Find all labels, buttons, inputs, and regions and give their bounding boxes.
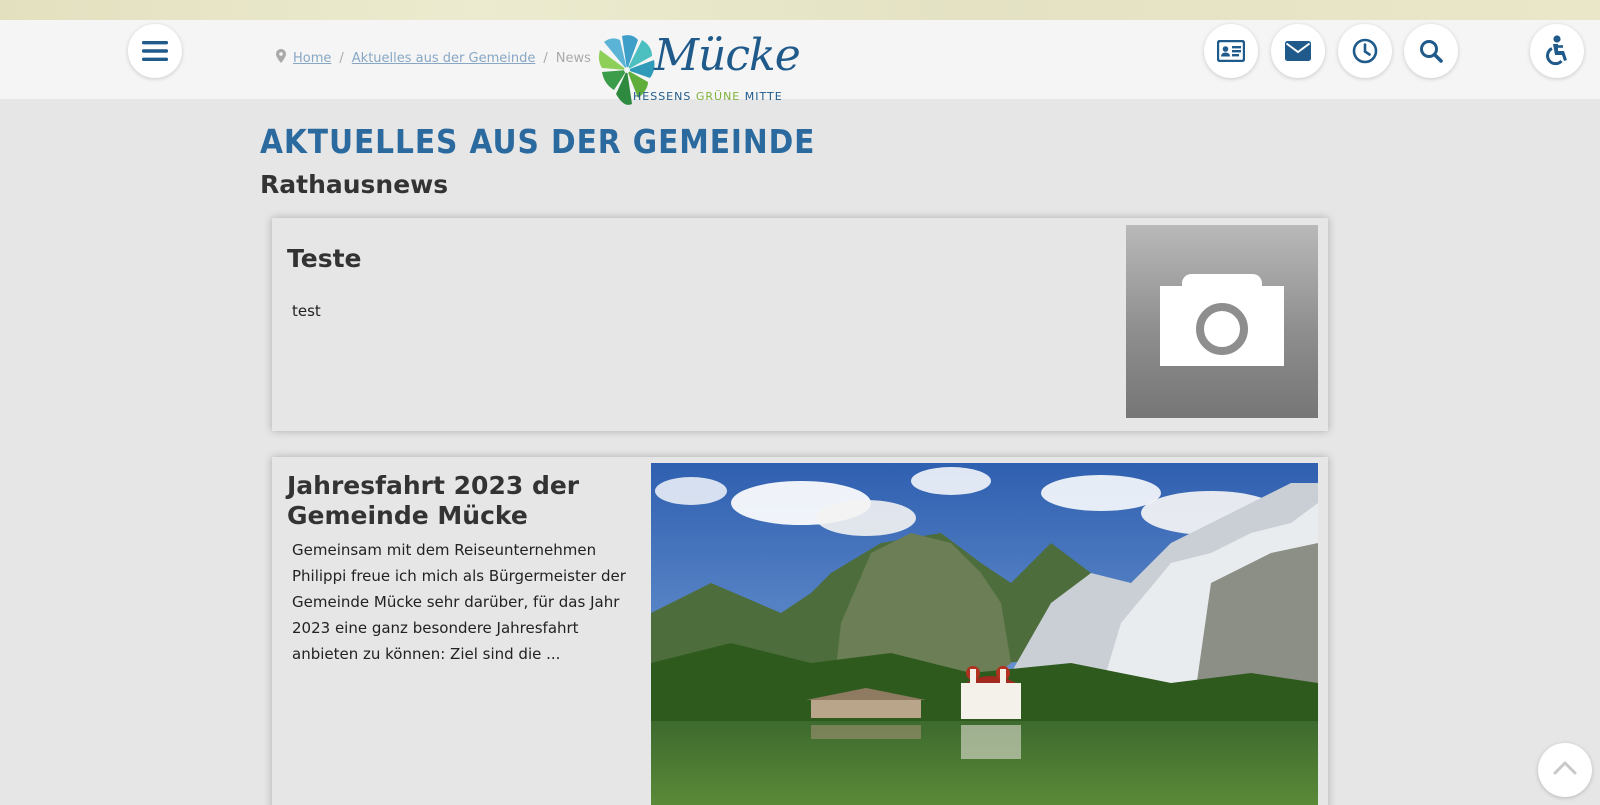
clock-icon [1352,38,1378,64]
search-icon [1419,39,1443,63]
logo-wordmark: Mücke [654,30,801,81]
news-card[interactable]: Jahresfahrt 2023 der Gemeinde Mücke Geme… [272,457,1328,805]
menu-button[interactable] [128,24,182,78]
logo-tagline-part: MITTE [740,90,783,103]
breadcrumb-section-link[interactable]: Aktuelles aus der Gemeinde [352,51,536,66]
page-title: Aktuelles aus der Gemeinde [260,122,816,161]
breadcrumb-separator: / [339,50,344,66]
page-subtitle: Rathausnews [260,170,449,199]
breadcrumb: Home / Aktuelles aus der Gemeinde / News [276,49,591,67]
opening-hours-button[interactable] [1338,24,1392,78]
chevron-up-icon [1553,760,1577,780]
menu-icon [142,40,168,62]
scroll-to-top-button[interactable] [1538,743,1592,797]
logo-tagline-part: HESSENS [633,90,696,103]
search-button[interactable] [1404,24,1458,78]
news-teaser: test [292,302,321,320]
mail-button[interactable] [1271,24,1325,78]
accessibility-button[interactable] [1530,24,1584,78]
news-image-placeholder[interactable] [1126,225,1318,418]
news-title-line: Jahresfahrt 2023 der [287,471,580,500]
news-teaser: Gemeinsam mit dem Reiseunternehmen Phili… [292,541,626,663]
news-title-line: Gemeinde Mücke [287,501,528,530]
breadcrumb-separator: / [543,50,548,66]
accessibility-icon [1542,35,1572,67]
logo-tagline: HESSENS GRÜNE MITTE [633,90,783,103]
news-card[interactable]: Teste test [272,218,1328,431]
site-header: Home / Aktuelles aus der Gemeinde / News… [0,20,1600,105]
camera-icon [1160,273,1284,370]
contact-button[interactable] [1204,24,1258,78]
news-photo[interactable] [651,463,1318,805]
contact-card-icon [1217,40,1245,62]
logo-tagline-green: GRÜNE [695,90,741,103]
news-title[interactable]: Jahresfahrt 2023 der Gemeinde Mücke [287,471,579,531]
news-title[interactable]: Teste [287,244,361,274]
site-logo[interactable]: Mücke HESSENS GRÜNE MITTE [598,30,801,110]
top-decor-strip [0,0,1600,20]
breadcrumb-current: News [555,50,591,66]
breadcrumb-home-link[interactable]: Home [293,51,331,66]
mail-icon [1285,41,1311,61]
map-pin-icon [276,49,286,67]
